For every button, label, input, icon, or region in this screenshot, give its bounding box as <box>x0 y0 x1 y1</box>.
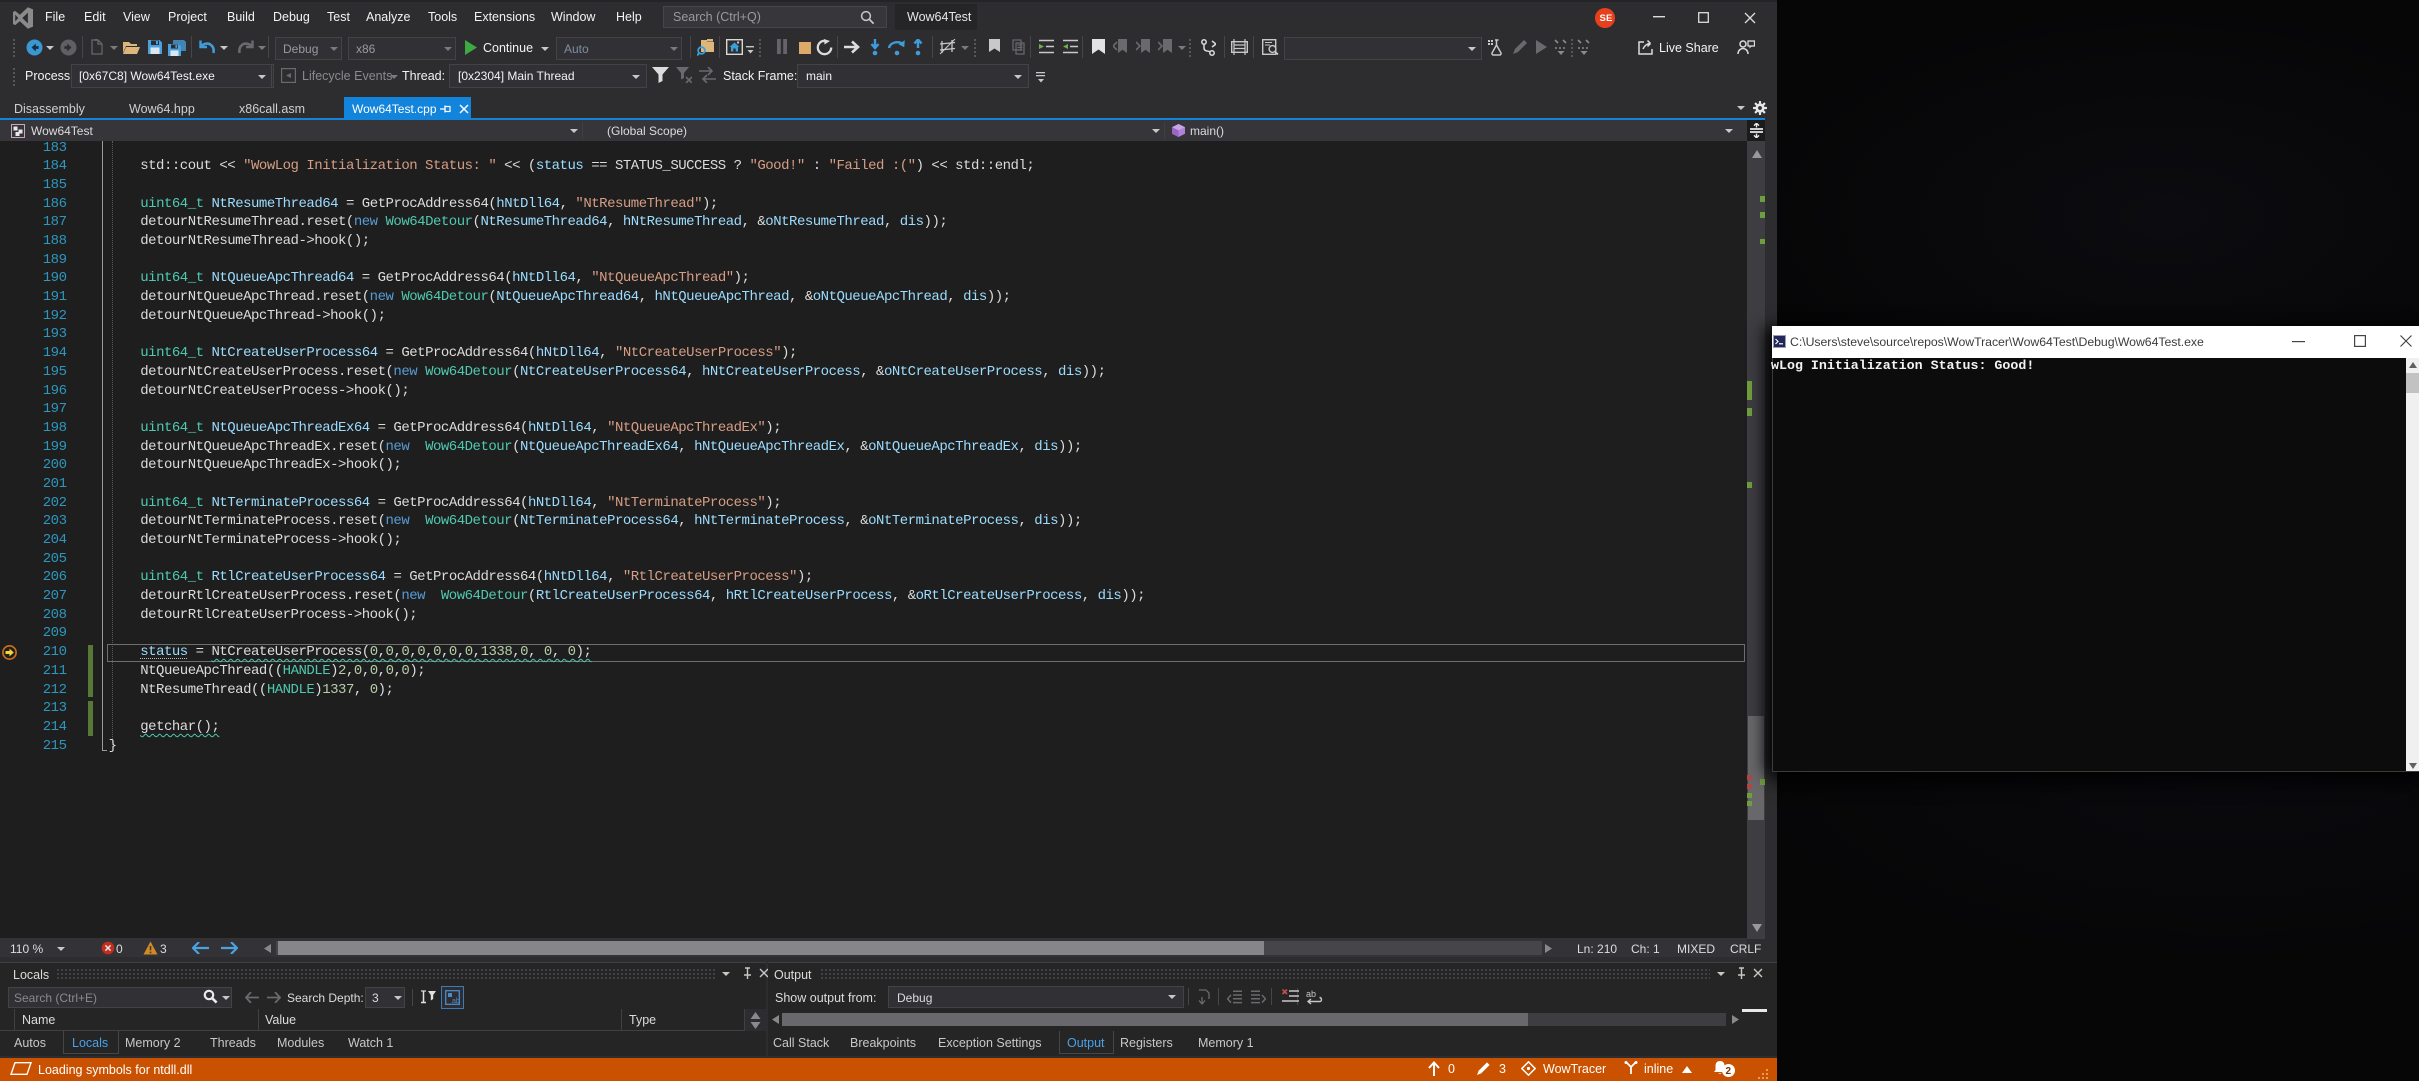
svg-text:ab: ab <box>1306 989 1316 999</box>
svg-text:ab: ab <box>452 998 460 1005</box>
